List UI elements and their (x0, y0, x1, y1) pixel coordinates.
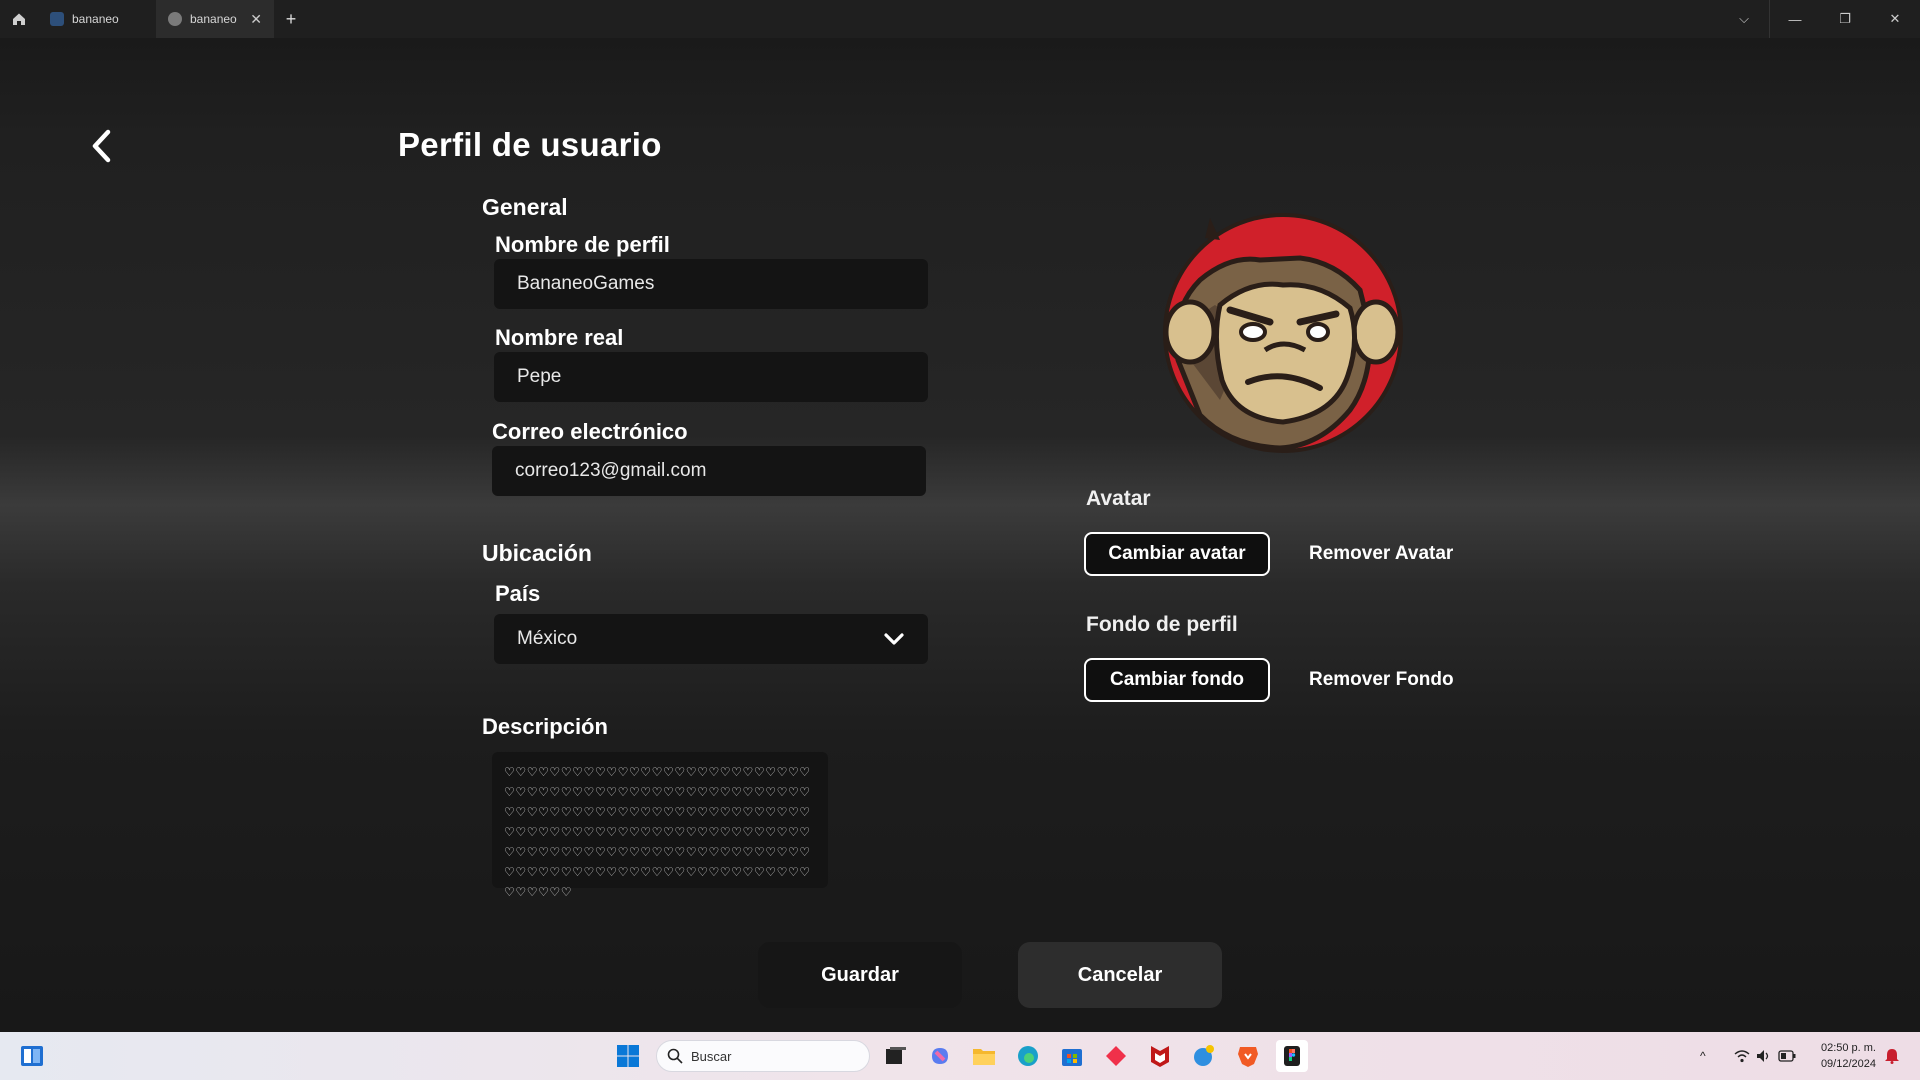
avatar-image (1160, 210, 1406, 456)
email-label: Correo electrónico (492, 419, 688, 444)
page-title: Perfil de usuario (398, 126, 662, 163)
store-icon[interactable] (1056, 1040, 1088, 1072)
mcafee-icon[interactable] (1144, 1040, 1176, 1072)
tab-label: bananeo (190, 12, 237, 26)
real-name-label: Nombre real (495, 325, 624, 350)
wifi-icon[interactable] (1734, 1040, 1750, 1072)
cancel-button[interactable]: Cancelar (1018, 942, 1222, 1008)
country-select[interactable]: México (494, 614, 928, 664)
show-hidden-icons-chevron-up-icon[interactable]: ^ (1700, 1040, 1706, 1072)
real-name-value: Pepe (517, 366, 562, 387)
notification-bell-icon[interactable] (1884, 1040, 1900, 1072)
tab-bananeo-2[interactable]: bananeo ✕ (156, 0, 274, 38)
tab-list-chevron-icon[interactable]: ⌵ (1719, 0, 1769, 38)
remove-avatar-button[interactable]: Remover Avatar (1309, 543, 1453, 565)
email-input[interactable]: correo123@gmail.com (492, 446, 926, 496)
file-explorer-icon[interactable] (968, 1040, 1000, 1072)
system-clock[interactable]: 02:50 p. m. 09/12/2024 (1806, 1040, 1876, 1072)
chevron-down-icon (883, 632, 905, 646)
remove-background-button[interactable]: Remover Fondo (1309, 669, 1454, 691)
battery-icon[interactable] (1778, 1040, 1796, 1072)
chevron-left-icon (92, 129, 111, 163)
task-view-icon[interactable] (880, 1040, 912, 1072)
browser-title-bar: bananeo bananeo ✕ + ⌵ — ❐ ✕ (0, 0, 1920, 38)
change-background-button[interactable]: Cambiar fondo (1084, 658, 1270, 702)
description-label: Descripción (482, 714, 608, 739)
avatar-label: Avatar (1086, 487, 1151, 510)
volume-icon[interactable] (1756, 1040, 1772, 1072)
weather-icon[interactable] (1188, 1040, 1220, 1072)
figma-icon[interactable] (1276, 1040, 1308, 1072)
general-heading: General (482, 194, 568, 220)
widgets-icon[interactable] (16, 1040, 48, 1072)
search-icon (667, 1048, 683, 1064)
profile-name-value: BananeoGames (517, 273, 655, 294)
real-name-input[interactable]: Pepe (494, 352, 928, 402)
country-value: México (517, 628, 578, 649)
brave-icon[interactable] (1232, 1040, 1264, 1072)
email-value: correo123@gmail.com (515, 460, 707, 481)
location-heading: Ubicación (482, 540, 592, 566)
search-placeholder: Buscar (691, 1048, 732, 1064)
restore-button[interactable]: ❐ (1820, 0, 1870, 38)
windows-start-icon[interactable] (612, 1040, 644, 1072)
tab-label: bananeo (72, 12, 119, 26)
copilot-icon[interactable] (924, 1040, 956, 1072)
home-icon (13, 13, 25, 25)
change-avatar-button[interactable]: Cambiar avatar (1084, 532, 1270, 576)
profile-name-input[interactable]: BananeoGames (494, 259, 928, 309)
play-favicon (168, 12, 182, 26)
app-diamond-icon[interactable] (1100, 1040, 1132, 1072)
minimize-button[interactable]: — (1770, 0, 1820, 38)
clock-time: 02:50 p. m. (1820, 1042, 1876, 1054)
clock-date: 09/12/2024 (1820, 1058, 1876, 1070)
profile-name-label: Nombre de perfil (495, 232, 670, 257)
new-tab-button[interactable]: + (274, 0, 308, 38)
home-button[interactable] (0, 0, 38, 38)
taskbar: Buscar ^ 02:50 p. m. 09/12/2024 (0, 1032, 1920, 1080)
taskbar-search[interactable]: Buscar (656, 1040, 870, 1072)
close-window-button[interactable]: ✕ (1870, 0, 1920, 38)
country-label: País (495, 581, 541, 606)
save-button[interactable]: Guardar (758, 942, 962, 1008)
profile-page: Perfil de usuario General Nombre de perf… (0, 38, 1920, 1032)
tab-bananeo-1[interactable]: bananeo (38, 0, 156, 38)
bananeo-favicon (50, 12, 64, 26)
profile-background-label: Fondo de perfil (1086, 613, 1238, 636)
back-button[interactable] (86, 126, 116, 166)
close-tab-icon[interactable]: ✕ (250, 11, 262, 28)
edge-icon[interactable] (1012, 1040, 1044, 1072)
description-textarea[interactable]: ♡♡♡♡♡♡♡♡♡♡♡♡♡♡♡♡♡♡♡♡♡♡♡♡♡♡♡♡♡♡♡♡♡♡♡♡♡♡♡♡… (492, 752, 828, 899)
